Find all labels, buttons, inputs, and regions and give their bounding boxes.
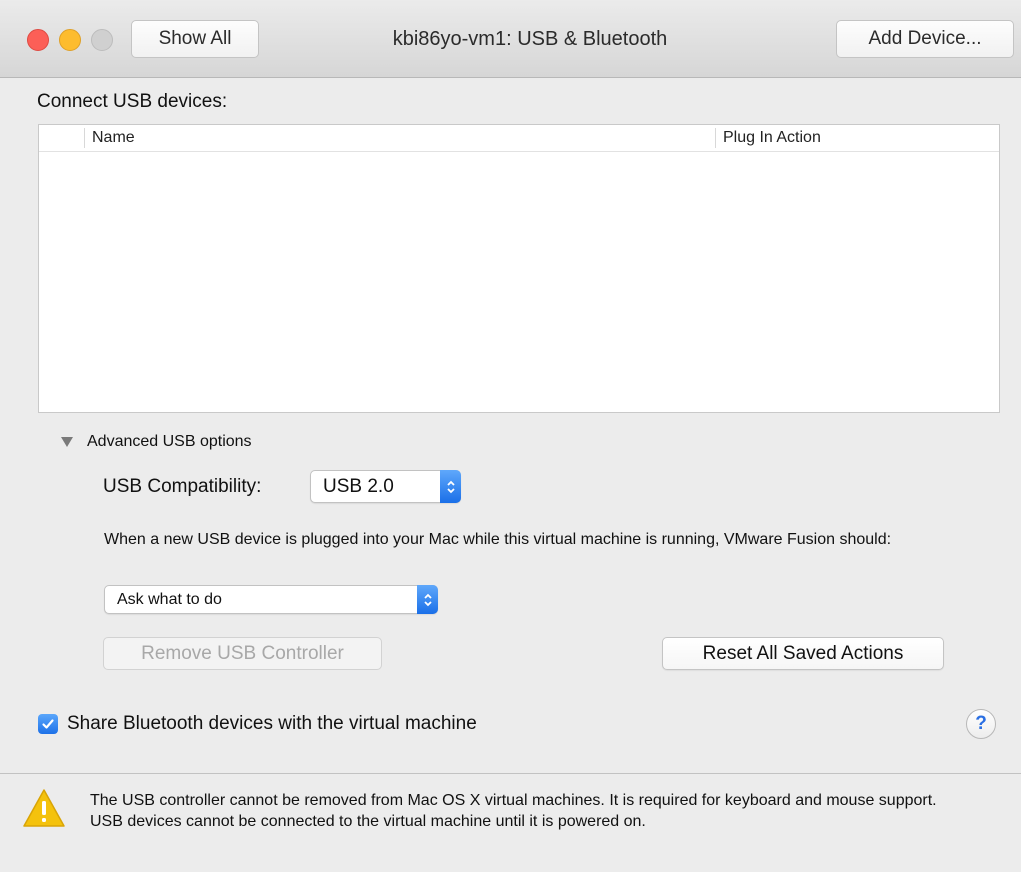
warning-icon xyxy=(23,789,65,827)
plug-in-description: When a new USB device is plugged into yo… xyxy=(104,531,892,548)
show-all-button[interactable]: Show All xyxy=(131,20,259,58)
usb-devices-table[interactable]: Name Plug In Action xyxy=(38,124,1000,413)
advanced-usb-label: Advanced USB options xyxy=(87,433,252,450)
usb-compatibility-label: USB Compatibility: xyxy=(103,476,262,497)
share-bluetooth-checkbox[interactable] xyxy=(38,714,58,734)
share-bluetooth-label: Share Bluetooth devices with the virtual… xyxy=(67,713,477,734)
title-bar: Show All kbi86yo-vm1: USB & Bluetooth Ad… xyxy=(0,0,1021,78)
share-bluetooth-row[interactable]: Share Bluetooth devices with the virtual… xyxy=(38,713,477,735)
plug-action-select[interactable]: Ask what to do xyxy=(104,585,438,614)
connect-usb-label: Connect USB devices: xyxy=(37,91,228,112)
reset-saved-actions-button[interactable]: Reset All Saved Actions xyxy=(662,637,944,670)
column-header-name[interactable]: Name xyxy=(84,128,135,148)
remove-usb-controller-button[interactable]: Remove USB Controller xyxy=(103,637,382,670)
add-device-button[interactable]: Add Device... xyxy=(836,20,1014,58)
window-title: kbi86yo-vm1: USB & Bluetooth xyxy=(392,28,668,50)
advanced-usb-disclosure[interactable]: Advanced USB options xyxy=(61,433,252,451)
popup-arrows-icon xyxy=(417,585,438,614)
checkmark-icon xyxy=(42,719,54,729)
disclosure-triangle-icon[interactable] xyxy=(61,437,73,447)
footer-divider xyxy=(0,773,1021,774)
column-header-plug-in-action[interactable]: Plug In Action xyxy=(715,128,1000,148)
footer-line-2: USB devices cannot be connected to the v… xyxy=(90,813,646,830)
close-window-button[interactable] xyxy=(27,29,49,51)
footer-message: The USB controller cannot be removed fro… xyxy=(90,790,990,832)
zoom-window-button[interactable] xyxy=(91,29,113,51)
usb-compatibility-select[interactable]: USB 2.0 xyxy=(310,470,461,503)
settings-window: Show All kbi86yo-vm1: USB & Bluetooth Ad… xyxy=(0,0,1021,872)
usb-compatibility-value: USB 2.0 xyxy=(323,475,394,497)
plug-action-value: Ask what to do xyxy=(117,590,222,608)
help-button[interactable]: ? xyxy=(966,709,996,739)
minimize-window-button[interactable] xyxy=(59,29,81,51)
popup-arrows-icon xyxy=(440,470,461,503)
footer-line-1: The USB controller cannot be removed fro… xyxy=(90,792,937,809)
table-header: Name Plug In Action xyxy=(39,125,999,152)
